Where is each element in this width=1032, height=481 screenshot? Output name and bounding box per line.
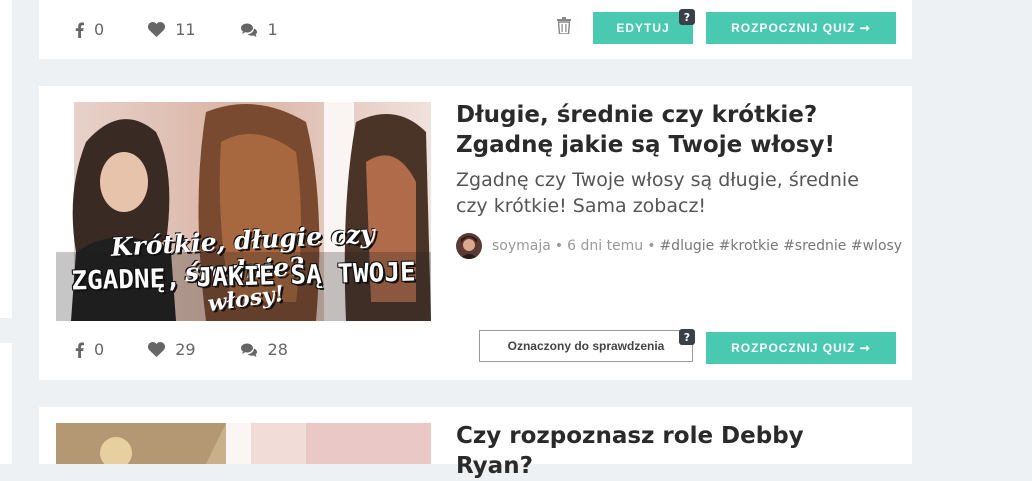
time-ago: 6 dni temu [567,238,644,254]
start-quiz-button[interactable]: ROZPOCZNIJ QUIZ ➞ [706,12,896,44]
facebook-shares[interactable]: 0 [75,20,104,39]
start-quiz-button[interactable]: ROZPOCZNIJ QUIZ ➞ [706,332,896,364]
meta-separator: • [554,238,564,254]
facebook-count: 0 [94,20,105,39]
meta-separator: • [647,238,656,254]
likes[interactable]: 29 [148,340,196,359]
quiz-description: Zgadnę czy Twoje włosy są długie, średni… [456,169,859,217]
facebook-icon [75,22,84,38]
heart-icon [148,22,166,37]
help-badge[interactable]: ? [679,9,695,25]
comments-icon [240,23,258,37]
edit-button[interactable]: EDYTUJ [593,12,693,44]
sidebar-block [0,343,12,464]
quiz-tags[interactable]: #dlugie #krotkie #srednie #wlosy [659,238,902,254]
quiz-card: 0 11 1 EDYTUJ ? ROZPOCZNIJ QUIZ ➞ [39,0,912,59]
comments-icon [240,343,258,357]
facebook-count: 0 [94,340,105,359]
heart-icon [148,342,166,357]
help-badge[interactable]: ? [679,329,695,345]
quiz-card: Czy rozpoznasz role Debby Ryan? [39,407,912,479]
facebook-icon [75,342,84,358]
facebook-shares[interactable]: 0 [75,340,104,359]
sidebar-strip [0,0,12,464]
sidebar-block [0,0,12,318]
comments[interactable]: 28 [240,340,288,359]
likes[interactable]: 11 [148,20,196,39]
comments-count: 1 [267,20,278,39]
comments[interactable]: 1 [240,20,278,39]
author-name[interactable]: soymaja [492,238,551,254]
quiz-stats: 0 29 28 [75,340,332,359]
quiz-stats: 0 11 1 [75,20,322,39]
likes-count: 29 [175,340,196,359]
flagged-for-review-button[interactable]: Oznaczony do sprawdzenia [479,330,693,362]
trash-icon[interactable] [557,17,571,38]
quiz-thumbnail[interactable] [56,423,431,464]
comments-count: 28 [267,340,288,359]
quiz-thumbnail[interactable]: Krótkie, długie czy średnie? ZGADNĘ, JAK… [56,102,431,321]
avatar[interactable] [456,233,482,259]
quiz-card: Krótkie, długie czy średnie? ZGADNĘ, JAK… [39,86,912,380]
likes-count: 11 [175,20,196,39]
quiz-title[interactable]: Długie, średnie czy krótkie? Zgadnę jaki… [456,100,876,160]
quiz-title[interactable]: Czy rozpoznasz role Debby Ryan? [456,421,876,481]
quiz-meta: soymaja • 6 dni temu • #dlugie #krotkie … [456,233,902,259]
